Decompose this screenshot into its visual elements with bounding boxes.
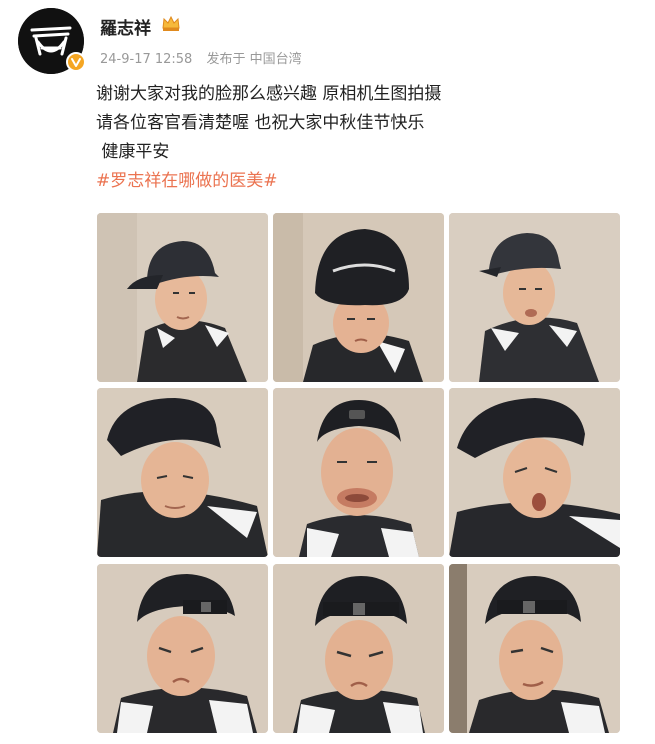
avatar[interactable] — [18, 8, 86, 74]
photo-thumbnail[interactable] — [273, 388, 444, 557]
post-meta: 24-9-17 12:58 发布于 中国台湾 — [100, 48, 312, 67]
post-text: 谢谢大家对我的脸那么感兴趣 原相机生图拍摄 请各位客官看清楚喔 也祝大家中秋佳节… — [96, 80, 636, 196]
username[interactable]: 羅志祥 — [100, 14, 151, 39]
photo-thumbnail[interactable] — [97, 388, 268, 557]
post-timestamp: 24-9-17 12:58 — [100, 52, 193, 67]
photo-thumbnail[interactable] — [273, 213, 444, 382]
photo-grid — [97, 213, 620, 733]
photo-thumbnail[interactable] — [449, 388, 620, 557]
post-source: 发布于 中国台湾 — [206, 52, 302, 67]
photo-thumbnail[interactable] — [273, 564, 444, 733]
post-text-line: 请各位客官看清楚喔 也祝大家中秋佳节快乐 — [96, 113, 425, 133]
photo-thumbnail[interactable] — [449, 564, 620, 733]
photo-thumbnail[interactable] — [97, 213, 268, 382]
post-text-line: 谢谢大家对我的脸那么感兴趣 原相机生图拍摄 — [96, 84, 442, 104]
photo-thumbnail[interactable] — [449, 213, 620, 382]
verified-badge-icon — [66, 52, 86, 72]
hashtag-link[interactable]: #罗志祥在哪做的医美# — [96, 171, 278, 191]
crown-icon — [162, 15, 180, 31]
weibo-post: 羅志祥 24-9-17 12:58 发布于 中国台湾 谢谢大家对我的脸那么感兴趣… — [0, 0, 655, 744]
post-text-line: 健康平安 — [96, 142, 170, 162]
photo-thumbnail[interactable] — [97, 564, 268, 733]
